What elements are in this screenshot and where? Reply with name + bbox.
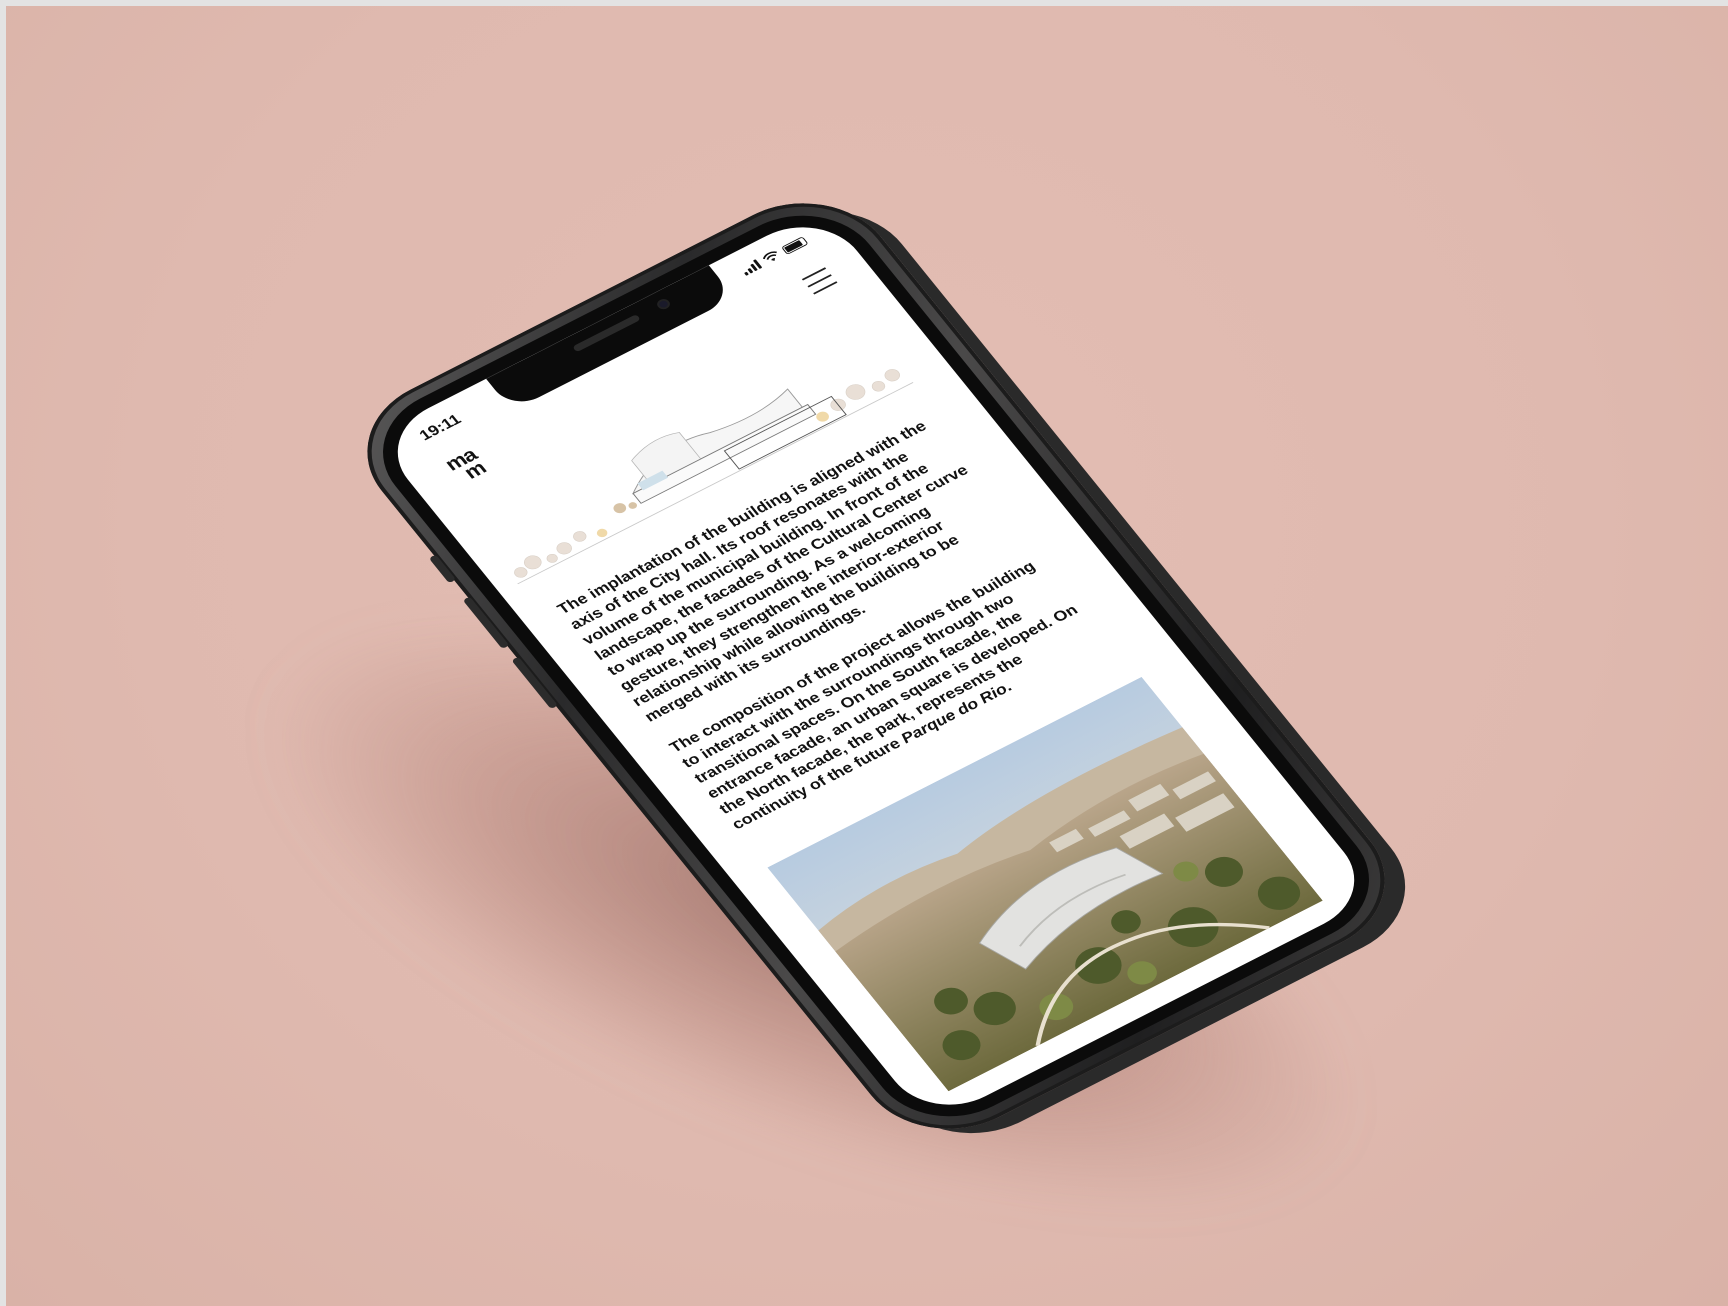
battery-icon bbox=[781, 236, 809, 255]
hamburger-menu-icon[interactable] bbox=[801, 267, 838, 295]
cellular-signal-icon bbox=[740, 259, 763, 276]
mockup-scene: 19:11 ma m The implantation of the build… bbox=[6, 6, 1728, 1306]
front-camera-icon bbox=[654, 297, 673, 312]
status-time: 19:11 bbox=[415, 411, 465, 444]
wifi-icon bbox=[762, 251, 777, 261]
